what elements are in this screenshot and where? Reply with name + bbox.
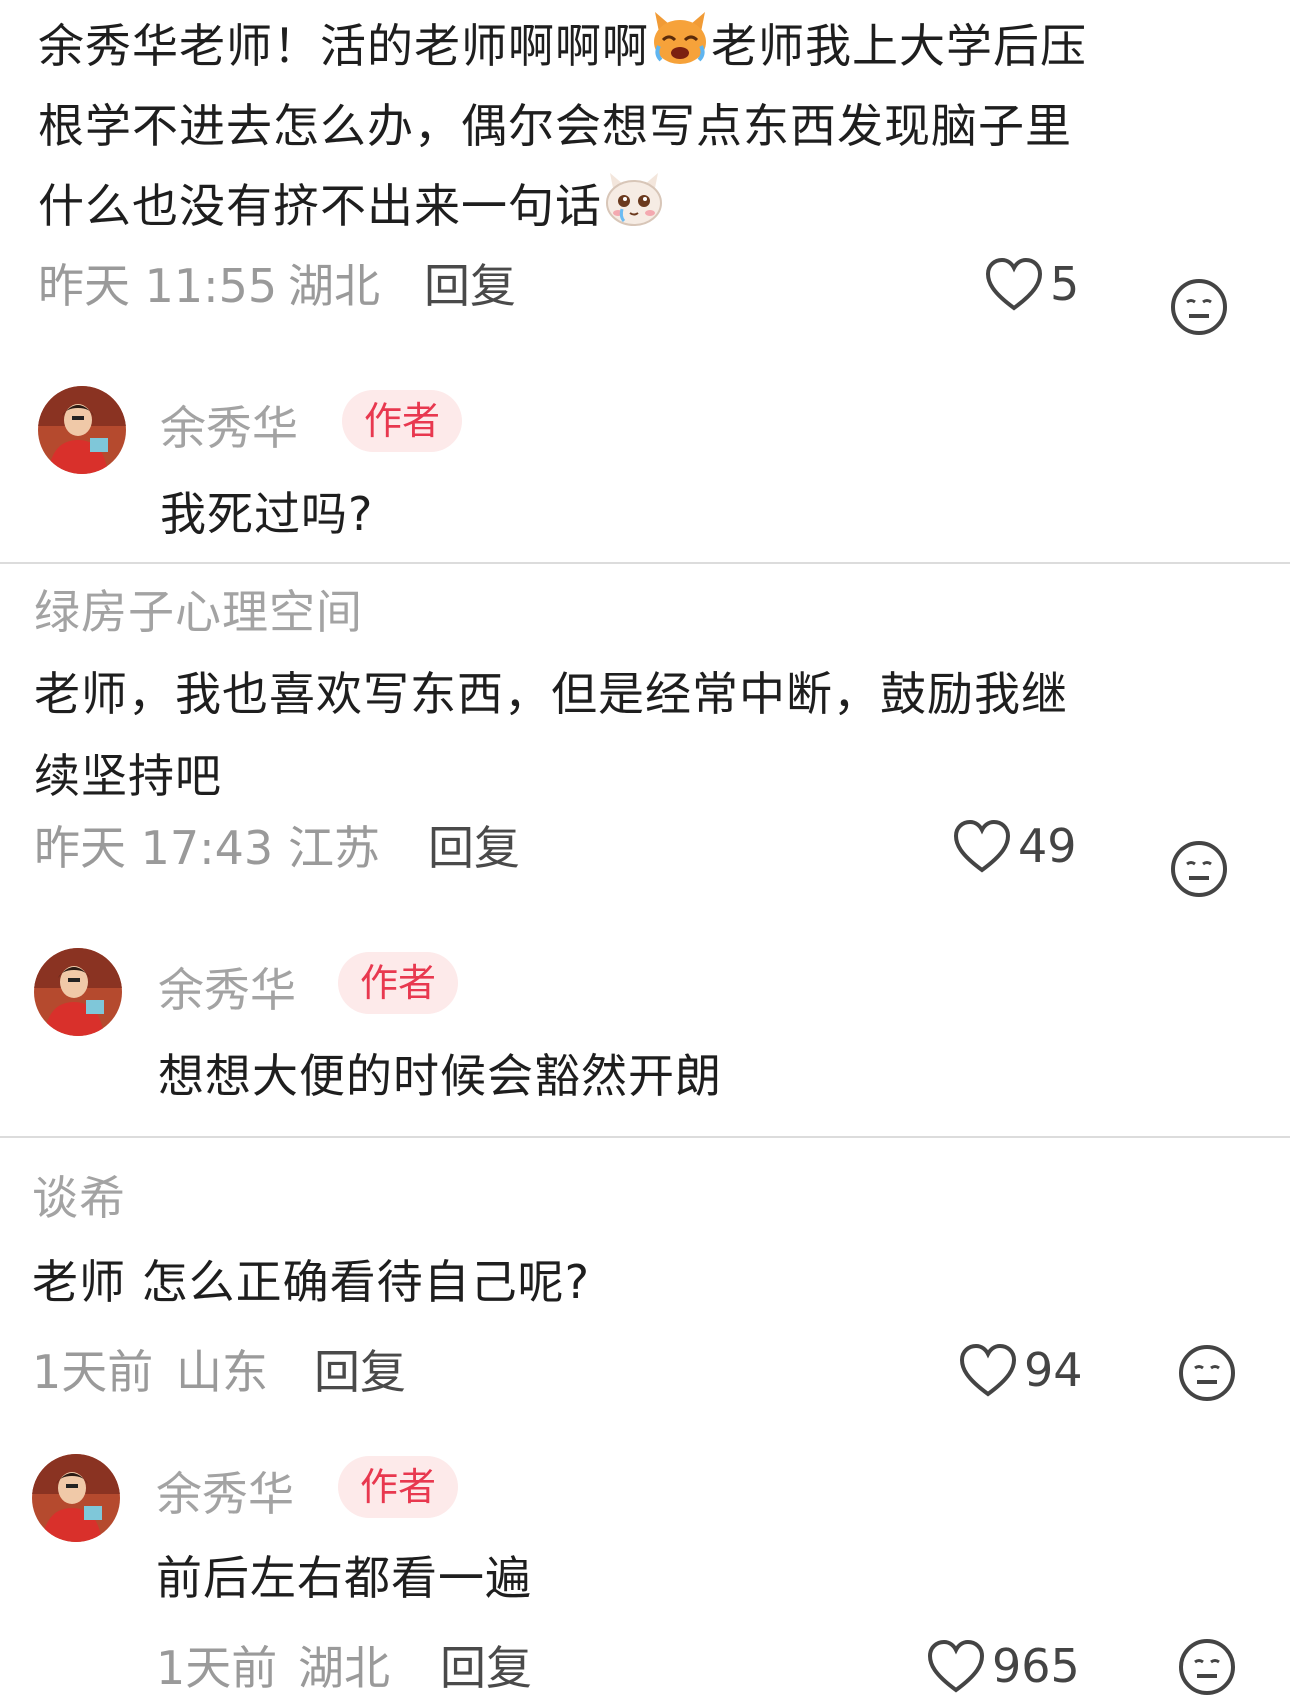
dislike-face-icon[interactable] [1170, 840, 1228, 898]
comment-text-part: 什么也没有挤不出来一句话 [38, 179, 602, 233]
reply-button[interactable]: 回复 [440, 1632, 532, 1698]
dislike-face-icon[interactable] [1178, 1344, 1236, 1402]
reply-region: 湖北 [298, 1641, 390, 1695]
comment-time: 昨天 11:55 [38, 259, 278, 313]
like-count: 5 [1050, 257, 1080, 311]
dislike-face-icon[interactable] [1178, 1638, 1236, 1696]
author-badge: 作者 [338, 952, 459, 1014]
like-count: 49 [1018, 819, 1077, 873]
comment-text-part: 余秀华老师！活的老师啊啊啊 [38, 19, 649, 73]
like-count: 94 [1024, 1343, 1083, 1397]
author-reply-text: 想想大便的时候会豁然开朗 [158, 1049, 722, 1103]
author-name[interactable]: 余秀华 [158, 954, 296, 1020]
avatar[interactable] [38, 386, 126, 474]
teary-cat-emoji-icon [602, 165, 666, 255]
avatar[interactable] [34, 948, 122, 1036]
comment-text-part: 老师我上大学后压 [711, 19, 1087, 73]
reply-time: 1天前 [156, 1641, 278, 1695]
reply-button[interactable]: 回复 [314, 1336, 406, 1402]
comment-region: 江苏 [288, 821, 380, 875]
like-button[interactable]: 5 [984, 256, 1079, 312]
comment-time: 昨天 17:43 [34, 821, 274, 875]
heart-icon [953, 819, 1011, 873]
comment-region: 湖北 [288, 259, 380, 313]
comment-text-line: 老师，我也喜欢写东西，但是经常中断，鼓励我继 [34, 667, 1068, 721]
like-button[interactable]: 94 [958, 1342, 1083, 1398]
comment-1: 余秀华老师！活的老师啊啊啊 老师我上大学后压 根学不进去怎么办，偶尔会想写点东西发… [0, 0, 1290, 560]
comment-region: 山东 [176, 1345, 268, 1399]
avatar[interactable] [32, 1454, 120, 1542]
comment-text-line: 余秀华老师！活的老师啊啊啊 老师我上大学后压 [38, 4, 1087, 94]
dislike-face-icon[interactable] [1170, 278, 1228, 336]
crying-cat-emoji-icon [649, 6, 711, 94]
author-badge: 作者 [342, 390, 463, 452]
comment-3: 谈希 老师 怎么正确看待自己呢? 1天前 山东 回复 94 余秀华 作者 前后左… [0, 1138, 1290, 1708]
heart-icon [927, 1639, 985, 1693]
author-badge: 作者 [338, 1456, 459, 1518]
author-reply-text: 我死过吗? [160, 487, 374, 541]
comment-text-line: 根学不进去怎么办，偶尔会想写点东西发现脑子里 [38, 99, 1072, 153]
comment-text-line: 什么也没有挤不出来一句话 [38, 164, 666, 255]
author-reply-text: 前后左右都看一遍 [156, 1551, 532, 1605]
comment-2: 绿房子心理空间 老师，我也喜欢写东西，但是经常中断，鼓励我继 续坚持吧 昨天 1… [0, 564, 1290, 1134]
like-count: 965 [992, 1639, 1080, 1693]
author-name[interactable]: 余秀华 [156, 1458, 294, 1524]
comment-text-line: 续坚持吧 [34, 749, 222, 803]
like-button[interactable]: 49 [952, 818, 1077, 874]
comment-username[interactable]: 绿房子心理空间 [34, 576, 363, 642]
comment-time: 1天前 [32, 1345, 154, 1399]
like-button[interactable]: 965 [926, 1638, 1080, 1694]
heart-icon [959, 1343, 1017, 1397]
comment-text-line: 老师 怎么正确看待自己呢? [32, 1255, 591, 1309]
reply-button[interactable]: 回复 [424, 250, 516, 316]
heart-icon [985, 257, 1043, 311]
comment-username[interactable]: 谈希 [32, 1162, 126, 1228]
reply-button[interactable]: 回复 [428, 812, 520, 878]
author-name[interactable]: 余秀华 [160, 392, 298, 458]
